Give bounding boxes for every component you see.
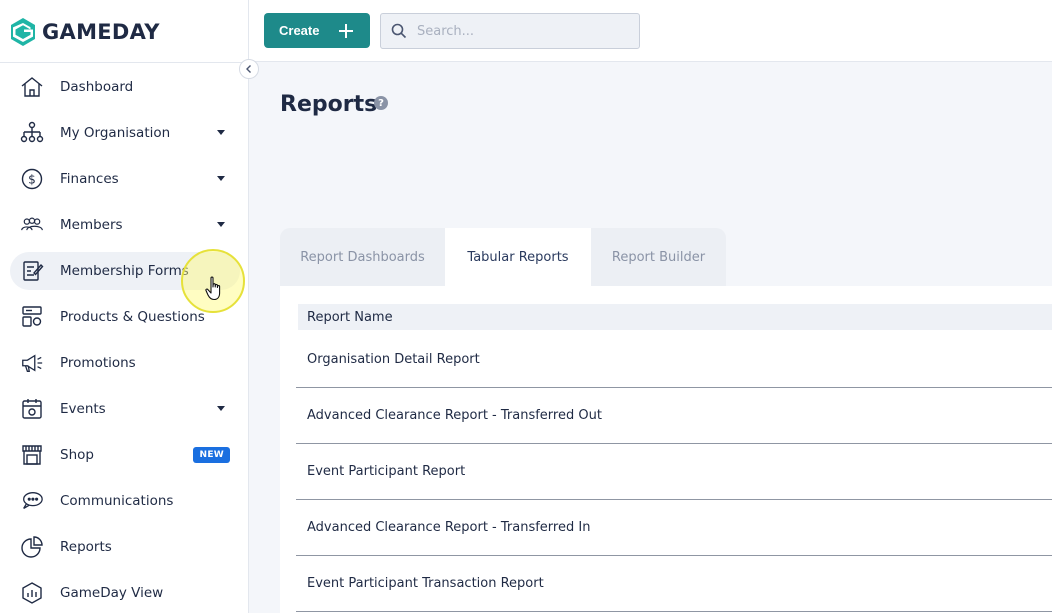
tab-report-builder[interactable]: Report Builder	[591, 228, 726, 286]
gameday-view-icon	[20, 581, 44, 605]
table-header-report-name[interactable]: Report Name	[298, 304, 1052, 330]
top-bar: Create	[249, 0, 1052, 62]
brand-name: GAMEDAY	[42, 20, 160, 44]
reports-table-panel: Report Name Organisation Detail Report A…	[280, 286, 1052, 613]
table-row[interactable]: Advanced Clearance Report - Transferred …	[296, 388, 1052, 444]
table-row[interactable]: Organisation Detail Report	[296, 332, 1052, 388]
sidebar-item-label: Finances	[60, 171, 119, 187]
table-row[interactable]: Advanced Clearance Report - Transferred …	[296, 500, 1052, 556]
dollar-icon: $	[20, 167, 44, 191]
help-icon[interactable]: ?	[374, 96, 388, 110]
sidebar-item-label: Promotions	[60, 355, 136, 371]
svg-text:$: $	[28, 173, 36, 187]
megaphone-icon	[20, 351, 44, 375]
sidebar-item-members[interactable]: Members	[10, 206, 240, 244]
tab-report-dashboards[interactable]: Report Dashboards	[280, 228, 445, 286]
sidebar-item-dashboard[interactable]: Dashboard	[10, 68, 240, 106]
members-icon	[20, 213, 44, 237]
search-box[interactable]	[380, 13, 640, 49]
sidebar-item-label: Shop	[60, 447, 94, 463]
sidebar-item-gameday-view[interactable]: GameDay View	[10, 574, 240, 612]
sidebar-item-label: Communications	[60, 493, 174, 509]
sidebar-item-promotions[interactable]: Promotions	[10, 344, 240, 382]
home-icon	[20, 75, 44, 99]
form-icon	[20, 259, 44, 283]
products-icon	[20, 305, 44, 329]
pie-chart-icon	[20, 535, 44, 559]
plus-icon	[339, 24, 353, 38]
sidebar-item-label: Events	[60, 401, 106, 417]
sidebar-item-shop[interactable]: Shop NEW	[10, 436, 240, 474]
create-button[interactable]: Create	[264, 13, 370, 48]
new-badge: NEW	[193, 447, 230, 463]
sidebar-item-label: Reports	[60, 539, 112, 555]
sidebar-item-events[interactable]: Events	[10, 390, 240, 428]
sidebar-item-my-organisation[interactable]: My Organisation	[10, 114, 240, 152]
chevron-left-icon	[246, 65, 251, 73]
tab-tabular-reports[interactable]: Tabular Reports	[445, 228, 591, 286]
sidebar-item-communications[interactable]: Communications	[10, 482, 240, 520]
sidebar-item-reports[interactable]: Reports	[10, 528, 240, 566]
table-row[interactable]: Event Participant Transaction Report	[296, 556, 1052, 612]
sidebar-item-finances[interactable]: $ Finances	[10, 160, 240, 198]
gameday-logo[interactable]: GAMEDAY	[10, 16, 160, 48]
sidebar-item-label: GameDay View	[60, 585, 164, 601]
hand-cursor-icon	[205, 276, 221, 301]
gameday-logo-icon	[11, 18, 35, 46]
chevron-down-icon[interactable]	[217, 222, 225, 227]
sidebar-item-label: Products & Questions	[60, 309, 205, 325]
chevron-down-icon[interactable]	[217, 130, 225, 135]
chat-icon	[20, 489, 44, 513]
sidebar-item-label: Membership Forms	[60, 263, 189, 279]
org-chart-icon	[20, 121, 44, 145]
sidebar-item-label: My Organisation	[60, 125, 171, 141]
chevron-down-icon[interactable]	[217, 406, 225, 411]
calendar-icon	[20, 397, 44, 421]
table-row[interactable]: Event Participant Report	[296, 444, 1052, 500]
chevron-down-icon[interactable]	[217, 176, 225, 181]
sidebar-collapse-button[interactable]	[239, 59, 259, 79]
sidebar-item-label: Dashboard	[60, 79, 134, 95]
search-input[interactable]	[417, 23, 617, 39]
shop-icon	[20, 443, 44, 467]
page-title: Reports	[280, 92, 378, 117]
sidebar-divider	[0, 62, 249, 63]
report-tabs: Report Dashboards Tabular Reports Report…	[280, 228, 726, 286]
create-button-label: Create	[279, 23, 320, 38]
search-icon	[391, 23, 407, 39]
sidebar-nav: Dashboard My Organisation $ Finances Mem…	[10, 68, 240, 613]
sidebar-item-label: Members	[60, 217, 123, 233]
